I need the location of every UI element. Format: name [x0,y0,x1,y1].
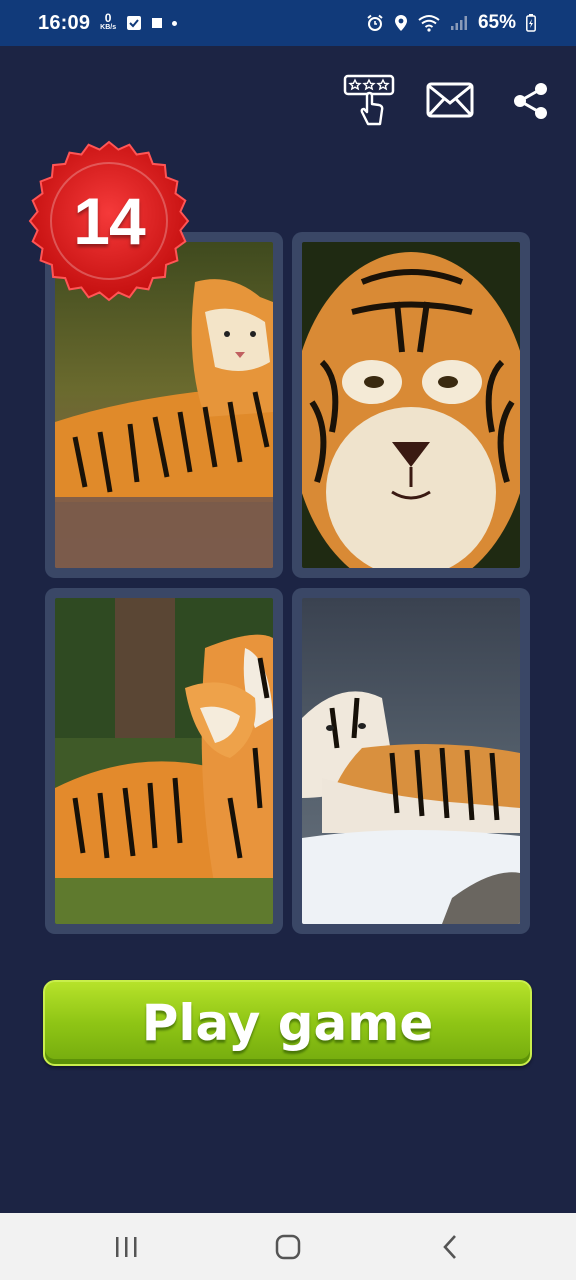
home-icon [275,1234,301,1259]
recent-apps-icon [116,1236,137,1257]
battery-percent: 65% [477,12,516,33]
signal-icon [450,16,467,30]
net-speed: 0 KB/s [100,11,117,32]
checkbox-notification-icon [127,16,142,30]
tiger-face-closeup-image [302,242,520,568]
square-notification-icon [152,18,163,28]
share-icon [514,83,547,119]
puzzle-tile-3[interactable] [45,588,283,934]
play-game-label: Play game [141,994,434,1052]
net-speed-value: 0 [104,11,112,25]
net-speed-unit: KB/s [100,24,117,31]
alarm-icon [367,14,383,31]
more-notifications-dot-icon [172,20,178,26]
rate-stars-icon [343,74,395,126]
status-right: 65% [366,12,536,34]
share-button[interactable] [512,82,550,124]
status-bar: 16:09 0 KB/s 65% [0,0,576,46]
white-tiger-in-snow-image [302,598,520,924]
recent-apps-button[interactable] [86,1213,166,1280]
battery-charging-icon [526,14,536,32]
home-button[interactable] [248,1213,328,1280]
wifi-icon [418,15,440,32]
mail-button[interactable] [426,82,474,122]
rate-stars-button[interactable] [343,74,395,132]
mail-icon [426,82,474,118]
play-game-button[interactable]: Play game [43,980,532,1066]
status-left: 16:09 0 KB/s [38,11,178,35]
location-icon [394,15,407,31]
level-number: 14 [73,184,145,258]
puzzle-tile-4[interactable] [292,588,530,934]
level-badge: 14 [28,140,190,302]
status-time: 16:09 [38,11,91,34]
puzzle-tile-2[interactable] [292,232,530,578]
navigation-bar [0,1213,576,1280]
tiger-cub-with-mother-image [55,598,273,924]
back-icon [443,1234,456,1259]
back-button[interactable] [410,1213,490,1280]
